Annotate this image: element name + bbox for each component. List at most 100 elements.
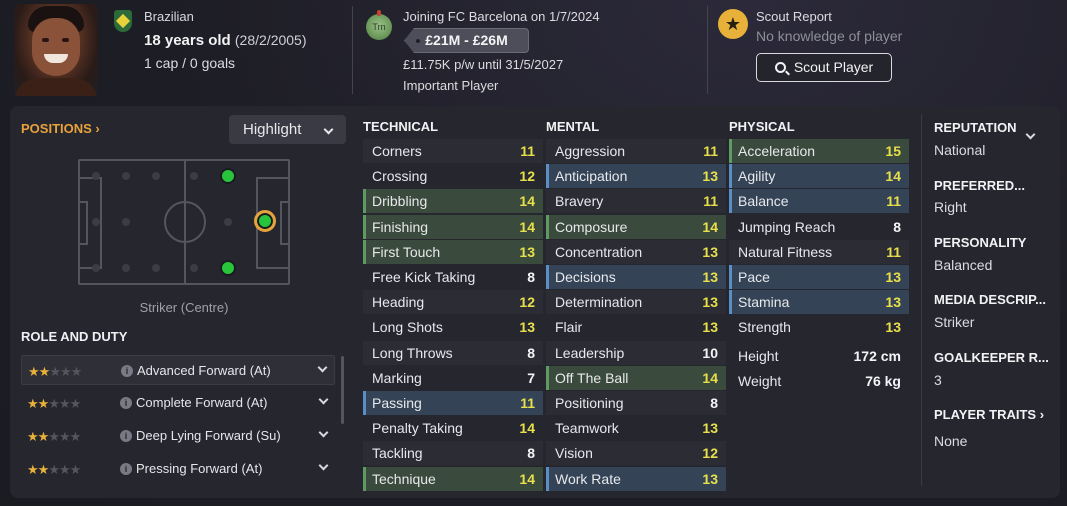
- attribute-value: 15: [885, 143, 901, 159]
- personality-label: PERSONALITY: [934, 235, 1027, 250]
- chevron-down-icon[interactable]: [318, 427, 329, 438]
- mental-attribute-row[interactable]: Off The Ball 14: [546, 365, 726, 390]
- chevron-down-icon[interactable]: [317, 362, 328, 373]
- attribute-value: 10: [702, 344, 718, 361]
- attribute-value: 13: [885, 319, 901, 336]
- mental-attribute-row[interactable]: Positioning 8: [546, 391, 726, 415]
- attribute-name: Long Shots: [372, 319, 443, 336]
- technical-attribute-row[interactable]: First Touch 13: [363, 239, 543, 264]
- mental-attribute-row[interactable]: Flair 13: [546, 315, 726, 339]
- technical-attribute-row[interactable]: Passing 11: [363, 391, 543, 415]
- highlight-dropdown-label: Highlight: [243, 121, 302, 138]
- mental-attribute-row[interactable]: Leadership 10: [546, 340, 726, 365]
- position-dot: [224, 218, 232, 226]
- highlight-dropdown[interactable]: Highlight: [229, 115, 346, 144]
- reputation-label[interactable]: REPUTATION: [934, 120, 1017, 135]
- mental-attribute-row[interactable]: Decisions 13: [546, 265, 726, 289]
- physical-attribute-row[interactable]: Agility 14: [729, 164, 909, 189]
- technical-attribute-row[interactable]: Tackling 8: [363, 441, 543, 466]
- attribute-value: 14: [702, 369, 718, 386]
- attribute-value: 13: [702, 470, 718, 487]
- role-row[interactable]: ★★★★★ i Deep Lying Forward (Su): [21, 421, 335, 451]
- technical-attribute-row[interactable]: Long Shots 13: [363, 315, 543, 339]
- attribute-name: Dribbling: [372, 193, 428, 210]
- attribute-name: Tackling: [372, 445, 423, 462]
- technical-attribute-row[interactable]: Dribbling 14: [363, 189, 543, 214]
- physical-header: PHYSICAL: [729, 119, 795, 134]
- physical-attribute-row[interactable]: Jumping Reach 8: [729, 215, 909, 239]
- role-row[interactable]: ★★★★★ i Pressing Forward (At): [21, 454, 335, 484]
- joining-text[interactable]: Joining FC Barcelona on 1/7/2024: [403, 9, 600, 24]
- divider: [352, 6, 353, 94]
- divider: [921, 114, 922, 486]
- height-label: Height: [738, 348, 779, 364]
- attribute-value: 8: [527, 344, 535, 361]
- mental-attribute-row[interactable]: Vision 12: [546, 441, 726, 466]
- chevron-down-icon[interactable]: [318, 394, 329, 405]
- mental-attribute-row[interactable]: Determination 13: [546, 290, 726, 315]
- attribute-value: 11: [703, 193, 718, 210]
- attribute-name: Penalty Taking: [372, 420, 463, 437]
- attribute-name: Natural Fitness: [738, 243, 833, 260]
- physical-attribute-row[interactable]: Stamina 13: [729, 290, 909, 315]
- technical-attribute-row[interactable]: Free Kick Taking 8: [363, 265, 543, 289]
- physical-attribute-row[interactable]: Pace 13: [729, 265, 909, 289]
- chevron-down-icon: [323, 124, 334, 135]
- role-name: Advanced Forward (At): [137, 363, 271, 378]
- technical-attribute-row[interactable]: Finishing 14: [363, 214, 543, 239]
- position-striker-centre[interactable]: [254, 210, 276, 232]
- position-natural-right-wing[interactable]: [220, 260, 236, 276]
- positions-link[interactable]: POSITIONS ›: [21, 121, 100, 136]
- weight-label: Weight: [738, 373, 782, 389]
- mental-attribute-row[interactable]: Bravery 11: [546, 189, 726, 214]
- technical-attribute-row[interactable]: Penalty Taking 14: [363, 416, 543, 440]
- mental-attribute-row[interactable]: Teamwork 13: [546, 416, 726, 440]
- technical-attribute-row[interactable]: Technique 14: [363, 466, 543, 491]
- position-dot: [122, 172, 130, 180]
- mental-attribute-row[interactable]: Concentration 13: [546, 239, 726, 264]
- mental-attribute-row[interactable]: Aggression 11: [546, 139, 726, 163]
- technical-attribute-row[interactable]: Crossing 12: [363, 164, 543, 188]
- attribute-name: Marking: [372, 369, 422, 386]
- attribute-value: 14: [519, 218, 535, 235]
- physical-attribute-row[interactable]: Strength 13: [729, 315, 909, 339]
- chevron-down-icon[interactable]: [318, 460, 329, 471]
- physical-attribute-row[interactable]: Acceleration 15: [729, 139, 909, 163]
- position-dot: [152, 264, 160, 272]
- mental-attribute-row[interactable]: Composure 14: [546, 214, 726, 239]
- role-row[interactable]: ★★★★★ i Complete Forward (At): [21, 388, 335, 418]
- attribute-value: 13: [519, 319, 535, 336]
- role-list-scrollbar[interactable]: [341, 356, 344, 424]
- attribute-name: Leadership: [555, 344, 625, 361]
- technical-attribute-row[interactable]: Heading 12: [363, 290, 543, 315]
- technical-attribute-row[interactable]: Corners 11: [363, 139, 543, 163]
- info-icon[interactable]: i: [120, 430, 132, 442]
- info-icon[interactable]: i: [120, 463, 132, 475]
- attribute-name: Vision: [555, 445, 593, 462]
- position-natural-left-wing[interactable]: [220, 168, 236, 184]
- position-dot: [190, 172, 198, 180]
- preferred-foot-label: PREFERRED...: [934, 178, 1026, 193]
- squad-status: Important Player: [403, 78, 499, 93]
- technical-attribute-row[interactable]: Long Throws 8: [363, 340, 543, 365]
- technical-attribute-row[interactable]: Marking 7: [363, 366, 543, 390]
- physical-attribute-row[interactable]: Natural Fitness 11: [729, 239, 909, 264]
- position-dot: [92, 218, 100, 226]
- info-icon[interactable]: i: [120, 397, 132, 409]
- role-row[interactable]: ★★★★★ i Advanced Forward (At): [21, 355, 335, 385]
- club-badge-icon[interactable]: Trn: [366, 10, 392, 40]
- info-icon[interactable]: i: [121, 365, 133, 377]
- attribute-value: 13: [702, 294, 718, 311]
- age-text: 18 years old: [144, 32, 231, 49]
- player-traits-link[interactable]: PLAYER TRAITS ›: [934, 407, 1044, 422]
- role-name: Deep Lying Forward (Su): [136, 428, 281, 443]
- mental-attribute-row[interactable]: Anticipation 13: [546, 164, 726, 189]
- attribute-name: Anticipation: [555, 168, 628, 185]
- physical-attribute-row[interactable]: Balance 11: [729, 189, 909, 214]
- attribute-value: 13: [702, 243, 718, 260]
- attribute-value: 11: [703, 143, 718, 159]
- attribute-value: 13: [885, 294, 901, 311]
- mental-attribute-row[interactable]: Work Rate 13: [546, 466, 726, 491]
- scout-player-button[interactable]: Scout Player: [756, 53, 892, 82]
- attribute-value: 13: [702, 319, 718, 336]
